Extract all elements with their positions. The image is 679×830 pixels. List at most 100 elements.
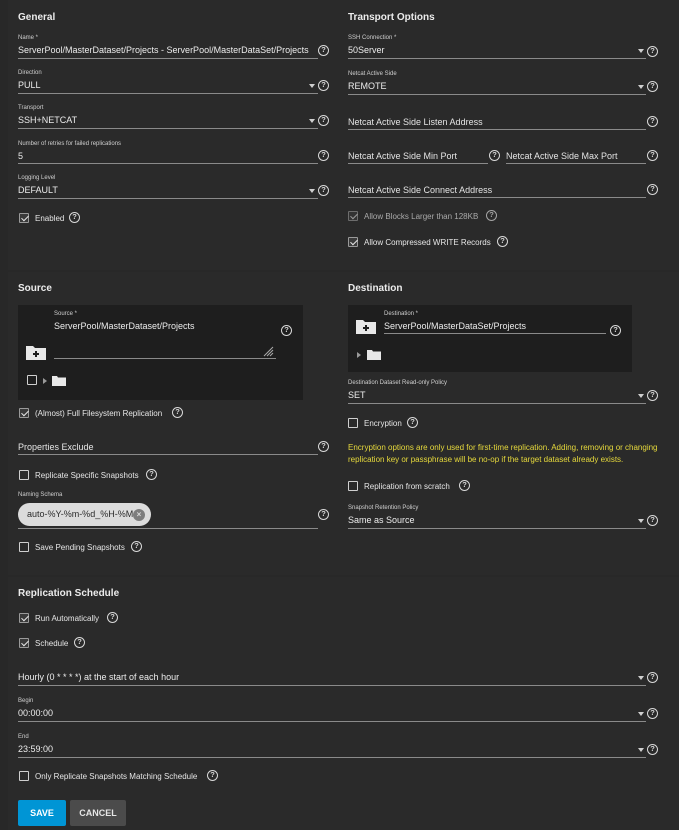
netcat-active-side-select[interactable]: REMOTE (348, 81, 387, 91)
help-circle-icon[interactable]: ? (647, 116, 658, 127)
full-filesystem-checkbox[interactable] (19, 408, 29, 418)
help-circle-icon[interactable]: ? (647, 390, 658, 401)
netcat-max-port-input[interactable]: Netcat Active Side Max Port (506, 151, 618, 161)
cancel-button[interactable]: CANCEL (70, 800, 126, 826)
enabled-checkbox[interactable] (19, 213, 29, 223)
logging-underline (18, 198, 318, 199)
netcat-min-port-input[interactable]: Netcat Active Side Min Port (348, 151, 457, 161)
general-heading: General (18, 12, 56, 23)
readonly-policy-select[interactable]: SET (348, 390, 366, 400)
destination-input[interactable]: ServerPool/MasterDataSet/Projects (384, 321, 526, 331)
caret-down-icon[interactable] (638, 676, 644, 680)
expand-triangle-icon[interactable] (43, 378, 47, 384)
add-folder-icon[interactable] (26, 344, 46, 360)
caret-down-icon[interactable] (309, 119, 315, 123)
allow-compressed-checkbox[interactable] (348, 237, 358, 247)
run-automatically-label: Run Automatically (35, 614, 100, 623)
resize-handle-icon[interactable] (262, 345, 274, 357)
begin-select[interactable]: 00:00:00 (18, 708, 53, 718)
source-textarea[interactable]: ServerPool/MasterDataset/Projects (54, 321, 195, 331)
help-circle-icon[interactable]: ? (647, 744, 658, 755)
begin-underline (18, 721, 646, 722)
help-circle-icon[interactable]: ? (281, 325, 292, 336)
retention-policy-label: Snapshot Retention Policy (348, 505, 419, 511)
caret-down-icon[interactable] (638, 394, 644, 398)
help-circle-icon[interactable]: ? (647, 672, 658, 683)
name-underline (18, 58, 318, 59)
help-circle-icon[interactable]: ? (647, 515, 658, 526)
help-circle-icon[interactable]: ? (318, 80, 329, 91)
schedule-preset-underline (18, 685, 646, 686)
help-circle-icon[interactable]: ? (647, 184, 658, 195)
schedule-checkbox[interactable] (19, 638, 29, 648)
help-circle-icon[interactable]: ? (407, 417, 418, 428)
remove-chip-icon[interactable]: × (133, 509, 145, 521)
help-circle-icon[interactable]: ? (318, 150, 329, 161)
caret-down-icon[interactable] (638, 85, 644, 89)
only-matching-schedule-checkbox[interactable] (19, 771, 29, 781)
help-circle-icon[interactable]: ? (486, 210, 497, 221)
help-circle-icon[interactable]: ? (172, 407, 183, 418)
netcat-connect-address-input[interactable]: Netcat Active Side Connect Address (348, 185, 492, 195)
help-circle-icon[interactable]: ? (459, 480, 470, 491)
help-circle-icon[interactable]: ? (318, 115, 329, 126)
help-circle-icon[interactable]: ? (146, 469, 157, 480)
folder-icon (367, 350, 381, 360)
caret-down-icon[interactable] (309, 189, 315, 193)
naming-schema-underline (18, 528, 318, 529)
help-circle-icon[interactable]: ? (131, 541, 142, 552)
help-circle-icon[interactable]: ? (647, 46, 658, 57)
help-circle-icon[interactable]: ? (497, 236, 508, 247)
direction-label: Direction (18, 70, 42, 76)
help-circle-icon[interactable]: ? (647, 708, 658, 719)
help-circle-icon[interactable]: ? (74, 637, 85, 648)
help-circle-icon[interactable]: ? (318, 509, 329, 520)
netcat-listen-address-input[interactable]: Netcat Active Side Listen Address (348, 117, 483, 127)
retention-policy-underline (348, 528, 646, 529)
retries-label: Number of retries for failed replication… (18, 141, 122, 147)
name-input[interactable]: ServerPool/MasterDataset/Projects - Serv… (18, 45, 309, 55)
encryption-checkbox[interactable] (348, 418, 358, 428)
properties-exclude-input[interactable]: Properties Exclude (18, 442, 94, 452)
caret-down-icon[interactable] (309, 84, 315, 88)
schedule-preset-select[interactable]: Hourly (0 * * * *) at the start of each … (18, 672, 179, 682)
readonly-policy-label: Destination Dataset Read-only Policy (348, 380, 448, 386)
replication-from-scratch-checkbox[interactable] (348, 481, 358, 491)
logging-select[interactable]: DEFAULT (18, 185, 58, 195)
netcat-active-side-underline (348, 94, 646, 95)
help-circle-icon[interactable]: ? (489, 150, 500, 161)
end-select[interactable]: 23:59:00 (18, 744, 53, 754)
transport-select[interactable]: SSH+NETCAT (18, 115, 77, 125)
transport-label: Transport (18, 105, 44, 111)
help-circle-icon[interactable]: ? (318, 45, 329, 56)
caret-down-icon[interactable] (638, 748, 644, 752)
save-pending-checkbox[interactable] (19, 542, 29, 552)
ssh-connection-select[interactable]: 50Server (348, 45, 385, 55)
add-folder-icon[interactable] (356, 318, 376, 334)
naming-schema-chip[interactable]: auto-%Y-%m-%d_%H-%M (18, 503, 151, 526)
help-circle-icon[interactable]: ? (107, 612, 118, 623)
save-button[interactable]: SAVE (18, 800, 66, 826)
help-circle-icon[interactable]: ? (207, 770, 218, 781)
caret-down-icon[interactable] (638, 49, 644, 53)
help-circle-icon[interactable]: ? (318, 441, 329, 452)
run-automatically-checkbox[interactable] (19, 613, 29, 623)
schedule-label: Schedule (35, 639, 69, 648)
help-circle-icon[interactable]: ? (647, 81, 658, 92)
help-circle-icon[interactable]: ? (647, 150, 658, 161)
expand-triangle-icon[interactable] (357, 352, 361, 358)
help-circle-icon[interactable]: ? (318, 185, 329, 196)
general-transport-section (8, 0, 679, 270)
retries-input[interactable]: 5 (18, 151, 23, 161)
direction-select[interactable]: PULL (18, 80, 41, 90)
readonly-policy-underline (348, 403, 646, 404)
caret-down-icon[interactable] (638, 712, 644, 716)
help-circle-icon[interactable]: ? (69, 212, 80, 223)
replicate-specific-checkbox[interactable] (19, 470, 29, 480)
allow-blocks-larger-checkbox[interactable] (348, 211, 358, 221)
retention-policy-select[interactable]: Same as Source (348, 515, 415, 525)
caret-down-icon[interactable] (638, 519, 644, 523)
allow-compressed-label: Allow Compressed WRITE Records (364, 238, 491, 247)
source-tree-checkbox[interactable] (27, 375, 37, 385)
help-circle-icon[interactable]: ? (610, 325, 621, 336)
